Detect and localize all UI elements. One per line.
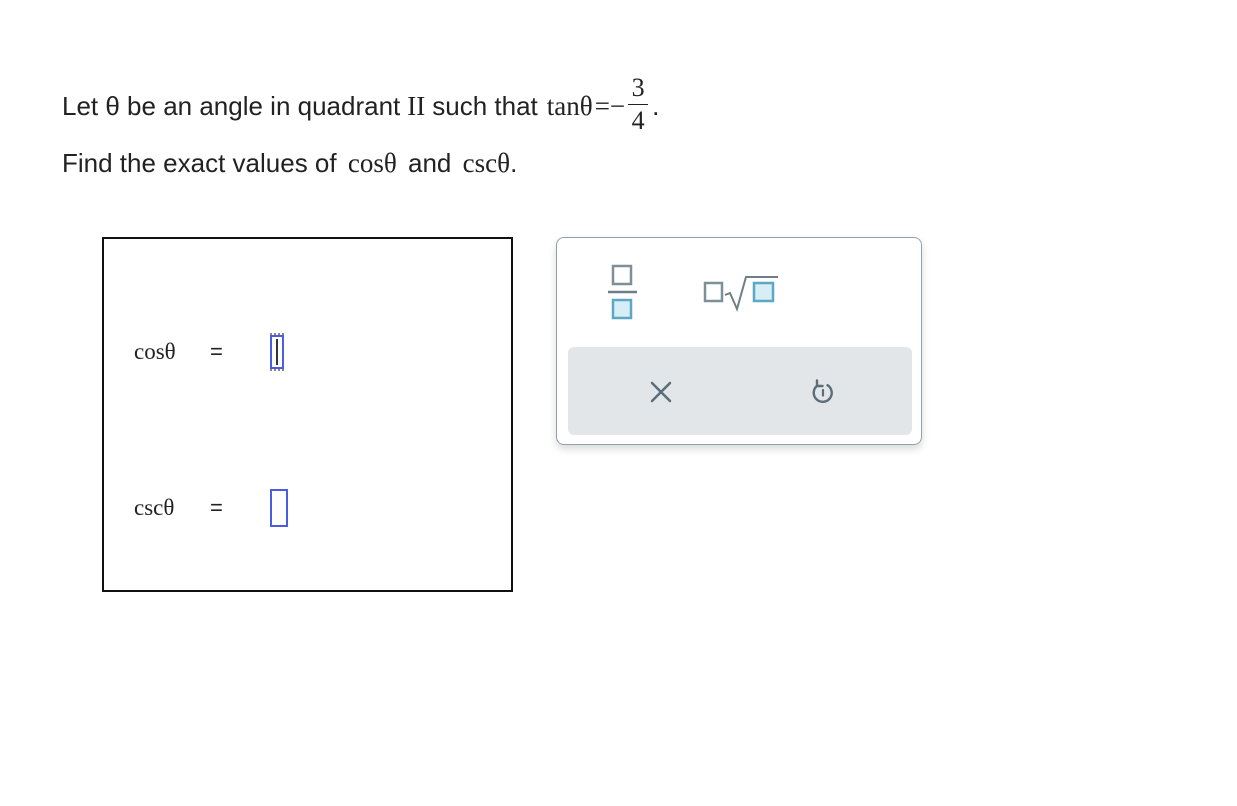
problem-text-mid: such that bbox=[432, 91, 538, 121]
tan-expression: tanθ bbox=[546, 91, 593, 121]
fraction-icon bbox=[608, 264, 637, 320]
csc-answer-input[interactable] bbox=[270, 489, 288, 527]
cos-answer-row: cosθ = bbox=[134, 333, 284, 371]
square-root-icon bbox=[703, 276, 778, 312]
csc-answer-row: cscθ = bbox=[134, 489, 288, 527]
problem-period: . bbox=[652, 91, 660, 121]
problem-text-prefix: Let θ be an angle in quadrant bbox=[62, 91, 401, 121]
problem-statement-line-2: Find the exact values of cosθ and cscθ. bbox=[62, 148, 517, 179]
problem-statement-line-1: Let θ be an angle in quadrant II such th… bbox=[62, 73, 660, 137]
answer-box: cosθ = cscθ = bbox=[102, 237, 513, 592]
math-palette bbox=[556, 237, 922, 445]
clear-button[interactable] bbox=[646, 377, 676, 407]
cos-answer-label: cosθ bbox=[134, 339, 176, 364]
palette-action-bar bbox=[568, 347, 912, 435]
close-icon bbox=[650, 381, 672, 403]
square-root-button[interactable] bbox=[702, 270, 782, 312]
cos-equals-sign: = bbox=[210, 339, 223, 364]
csc-answer-label: cscθ bbox=[134, 495, 175, 520]
undo-button[interactable] bbox=[808, 377, 838, 407]
quadrant-numeral: II bbox=[407, 91, 426, 121]
undo-icon bbox=[812, 379, 833, 403]
question-text-prefix: Find the exact values of bbox=[62, 148, 337, 178]
question-text-and: and bbox=[408, 148, 452, 178]
cos-expression: cosθ bbox=[347, 148, 397, 178]
equals-minus-sign: =− bbox=[594, 91, 626, 121]
fraction-numerator: 3 bbox=[631, 73, 645, 102]
cos-answer-input[interactable] bbox=[270, 333, 284, 371]
fraction-three-quarters: 3 4 bbox=[628, 73, 649, 135]
csc-equals-sign: = bbox=[210, 495, 223, 520]
fraction-bar bbox=[628, 104, 649, 105]
csc-expression: cscθ bbox=[462, 148, 511, 178]
fraction-denominator: 4 bbox=[631, 106, 645, 135]
question-period: . bbox=[510, 148, 518, 178]
fraction-button[interactable] bbox=[607, 262, 639, 324]
